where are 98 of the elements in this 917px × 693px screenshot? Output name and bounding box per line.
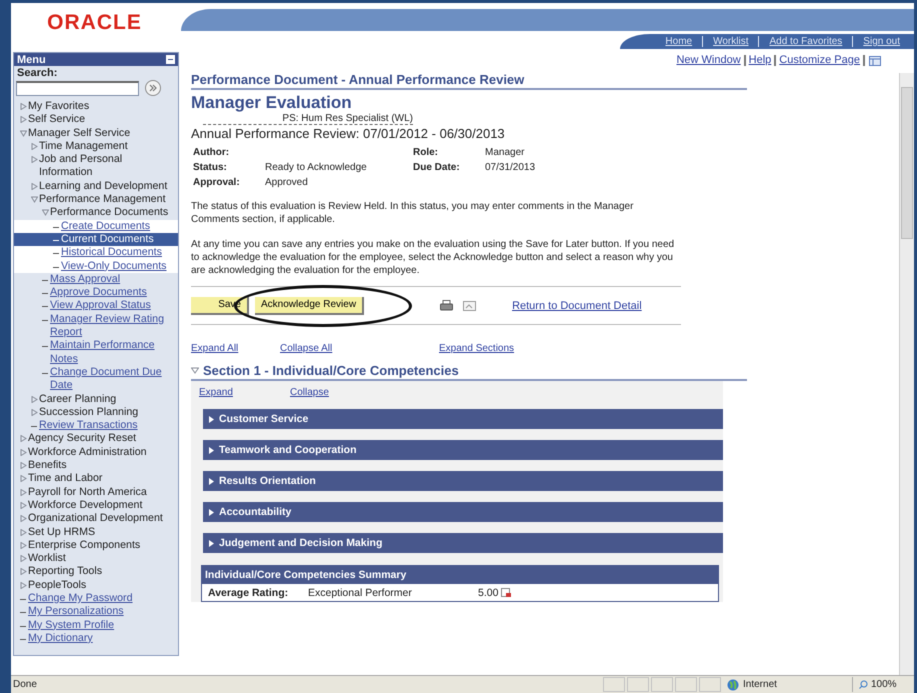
field-label: Role:: [413, 147, 439, 158]
menu-item[interactable]: Worklist: [14, 552, 178, 566]
rating-label: Average Rating:: [208, 586, 290, 598]
status-pane: [651, 677, 673, 692]
competency-header[interactable]: Customer Service: [203, 409, 723, 429]
status-pane: [699, 677, 721, 692]
collapse-all-link[interactable]: Collapse All: [280, 343, 439, 354]
competency-header[interactable]: Teamwork and Cooperation: [203, 440, 723, 460]
menu-item[interactable]: Performance Documents: [14, 206, 178, 220]
section-title: Section 1 - Individual/Core Competencies: [203, 363, 459, 378]
printer-icon[interactable]: [440, 300, 454, 311]
menu-item[interactable]: Benefits: [14, 459, 178, 472]
menu-item[interactable]: My Personalizations: [14, 605, 178, 619]
document-icon[interactable]: [501, 588, 512, 598]
competency-header[interactable]: Accountability: [203, 502, 723, 522]
menu-item[interactable]: Approve Documents: [14, 286, 178, 300]
zoom-level[interactable]: 100%: [871, 679, 897, 690]
rating-value: Exceptional Performer: [308, 586, 413, 598]
page-title: Manager Evaluation: [191, 93, 353, 113]
menu-item[interactable]: My Dictionary: [14, 632, 178, 646]
field-label: Author:: [193, 147, 230, 158]
menu-item[interactable]: View Approval Status: [14, 299, 178, 313]
menu-item[interactable]: Learning and Development: [14, 180, 178, 194]
minimize-icon[interactable]: [166, 55, 175, 64]
nav-link[interactable]: Add to Favorites: [758, 36, 852, 47]
job-title: PS: Hum Res Specialist (WL): [282, 113, 413, 124]
menu-item[interactable]: Reporting Tools: [14, 565, 178, 579]
competency-header[interactable]: Judgement and Decision Making: [203, 533, 723, 553]
menu-item[interactable]: Workforce Development: [14, 498, 178, 512]
expanded-triangle-icon[interactable]: [191, 367, 199, 374]
menu-title: Menu: [17, 54, 46, 66]
oracle-logo: ORACLE: [46, 10, 143, 36]
menu-item[interactable]: Time Management: [14, 140, 178, 154]
field-value: Approved: [265, 177, 309, 188]
scrollbar[interactable]: [899, 73, 914, 675]
menu-item[interactable]: View-Only Documents: [14, 260, 178, 273]
field-label: Approval:: [193, 177, 241, 188]
menu-item[interactable]: Review Transactions: [14, 419, 178, 432]
page-link[interactable]: New Window: [673, 55, 746, 66]
nav-link[interactable]: Sign out: [852, 36, 910, 47]
globe-icon: [727, 678, 739, 690]
menu-item[interactable]: My System Profile: [14, 618, 178, 632]
menu-item[interactable]: Payroll for North America: [14, 486, 178, 499]
status-text: Done: [12, 679, 38, 690]
menu-item[interactable]: Manager Review Rating Report: [14, 312, 178, 340]
menu-item[interactable]: Mass Approval: [14, 272, 178, 286]
menu-item[interactable]: Maintain Performance Notes: [14, 339, 178, 366]
menu-item[interactable]: Manager Self Service: [14, 126, 178, 140]
menu-item[interactable]: PeopleTools: [14, 578, 178, 592]
status-pane: [675, 677, 697, 692]
menu-item[interactable]: Create Documents: [14, 220, 178, 233]
acknowledge-button[interactable]: Acknowledge Review: [255, 296, 364, 314]
menu-item[interactable]: Agency Security Reset: [14, 432, 178, 446]
menu-item[interactable]: Career Planning: [14, 392, 178, 406]
rating-score: 5.00: [478, 586, 498, 598]
summary-title: Individual/Core Competencies Summary: [202, 566, 718, 584]
menu-item[interactable]: Historical Documents: [14, 246, 178, 260]
menu-item[interactable]: Enterprise Components: [14, 538, 178, 552]
review-period: Annual Performance Review: 07/01/2012 - 06/30/2013: [191, 126, 506, 141]
nav-link[interactable]: Home: [655, 36, 702, 47]
zone-text: Internet: [743, 679, 777, 690]
field-value: Ready to Acknowledge: [265, 162, 368, 173]
instruction-text: At any time you can save any entries you make on the evaluation using the Save for Later button. If you need to acknowledge the evaluation for the employee, select the Acknowledge button and select a reason why you are acknowledging the evaluation for the employee.: [191, 238, 676, 277]
menu-item[interactable]: My Favorites: [14, 100, 178, 114]
menu-item[interactable]: Change My Password: [14, 592, 178, 606]
field-label: Status:: [193, 162, 228, 173]
menu-item[interactable]: Change Document Due Date: [14, 366, 178, 393]
magnifier-icon: [859, 680, 868, 689]
expand-sections-link[interactable]: Expand Sections: [439, 343, 514, 354]
menu-item[interactable]: Performance Management: [14, 193, 178, 206]
menu-item[interactable]: Time and Labor: [14, 472, 178, 486]
page-link[interactable]: Customize Page: [776, 55, 865, 66]
nav-link[interactable]: Worklist: [702, 36, 758, 47]
status-pane: [603, 677, 625, 692]
status-pane: [627, 677, 649, 692]
menu-item[interactable]: Current Documents: [14, 232, 178, 246]
menu-item[interactable]: Self Service: [14, 113, 178, 127]
page-link[interactable]: Help: [746, 55, 776, 66]
field-value: 07/31/2013: [485, 162, 536, 173]
menu-item[interactable]: Workforce Administration: [14, 446, 178, 460]
menu-item[interactable]: Succession Planning: [14, 406, 178, 420]
expand-link[interactable]: Expand: [199, 387, 290, 398]
search-field[interactable]: [16, 80, 139, 96]
page-heading: Performance Document - Annual Performance Review: [191, 72, 747, 90]
competency-header[interactable]: Results Orientation: [203, 471, 723, 491]
search-go-icon[interactable]: [145, 80, 161, 96]
search-label: Search:: [16, 66, 58, 80]
return-link[interactable]: Return to Document Detail: [512, 300, 642, 312]
menu-item[interactable]: Set Up HRMS: [14, 526, 178, 539]
field-label: Due Date:: [413, 162, 461, 173]
layout-icon[interactable]: [869, 56, 881, 66]
field-value: Manager: [485, 147, 526, 158]
menu-item[interactable]: Job and Personal Information: [14, 153, 178, 180]
instruction-text: The status of this evaluation is Review Held. In this status, you may enter comments in the Manager Comments section, if applicable.: [191, 200, 634, 226]
collapse-link[interactable]: Collapse: [290, 387, 329, 398]
expand-all-link[interactable]: Expand All: [191, 343, 280, 354]
image-icon[interactable]: [463, 300, 476, 310]
menu-item[interactable]: Organizational Development: [14, 512, 178, 526]
